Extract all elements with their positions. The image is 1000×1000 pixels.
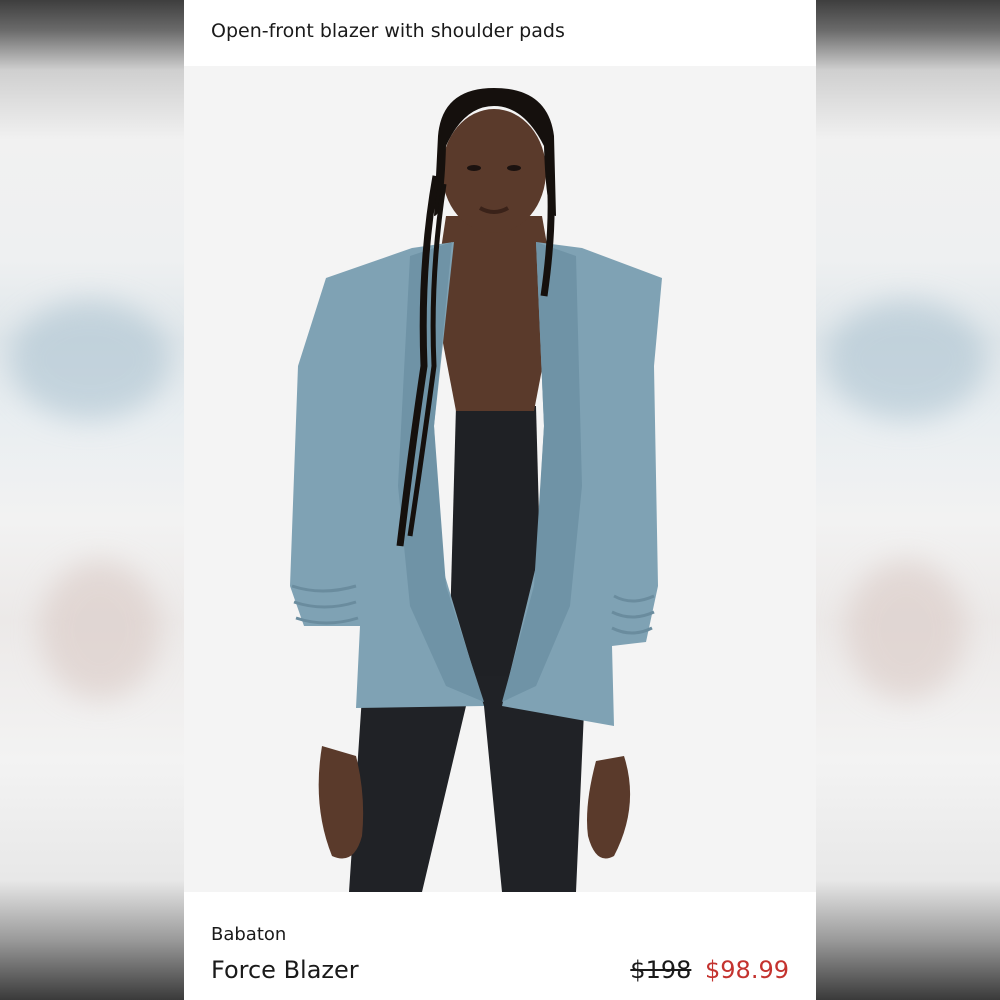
original-price: $198 (630, 956, 692, 984)
price-block: $198 $98.99 (630, 956, 789, 984)
product-name[interactable]: Force Blazer (211, 956, 359, 984)
listing-card[interactable]: Open-front blazer with shoulder pads Bab… (184, 0, 816, 1000)
blurred-background-left (0, 0, 184, 1000)
brand-label: Babaton (211, 924, 287, 945)
listing-title: Open-front blazer with shoulder pads (211, 20, 565, 42)
blurred-background-right (816, 0, 1000, 1000)
product-photo[interactable] (184, 66, 816, 892)
sale-price: $98.99 (705, 956, 789, 984)
